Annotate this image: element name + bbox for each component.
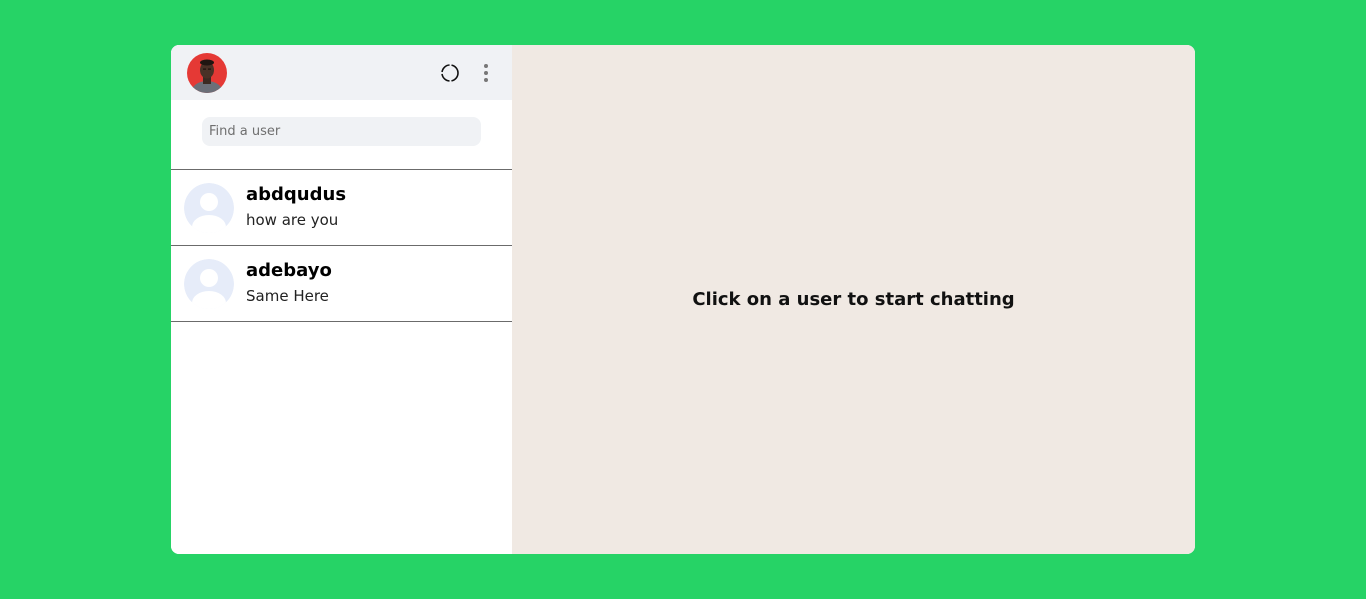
status-circle-icon[interactable] <box>440 63 460 83</box>
my-avatar[interactable] <box>187 52 227 93</box>
chat-text: adebayo Same Here <box>246 260 332 307</box>
vertical-dots-icon[interactable] <box>476 63 496 83</box>
sidebar: abdqudus how are you adebayo Same Here <box>171 45 512 554</box>
chat-name: adebayo <box>246 260 332 281</box>
chat-list: abdqudus how are you adebayo Same Here <box>171 170 512 322</box>
default-avatar-icon <box>184 182 234 233</box>
empty-state-message: Click on a user to start chatting <box>692 289 1015 310</box>
chat-panel: Click on a user to start chatting <box>512 45 1195 554</box>
chat-app-window: abdqudus how are you adebayo Same Here <box>171 45 1195 554</box>
search-area <box>171 100 512 170</box>
chat-last-message: Same Here <box>246 287 329 305</box>
list-item[interactable]: adebayo Same Here <box>171 246 512 322</box>
header-actions <box>440 63 496 83</box>
search-input[interactable] <box>202 117 481 146</box>
list-item[interactable]: abdqudus how are you <box>171 170 512 246</box>
chat-name: abdqudus <box>246 184 347 205</box>
chat-last-message: how are you <box>246 211 339 229</box>
default-avatar-icon <box>184 258 234 309</box>
chat-text: abdqudus how are you <box>246 184 346 231</box>
sidebar-header <box>171 45 512 100</box>
